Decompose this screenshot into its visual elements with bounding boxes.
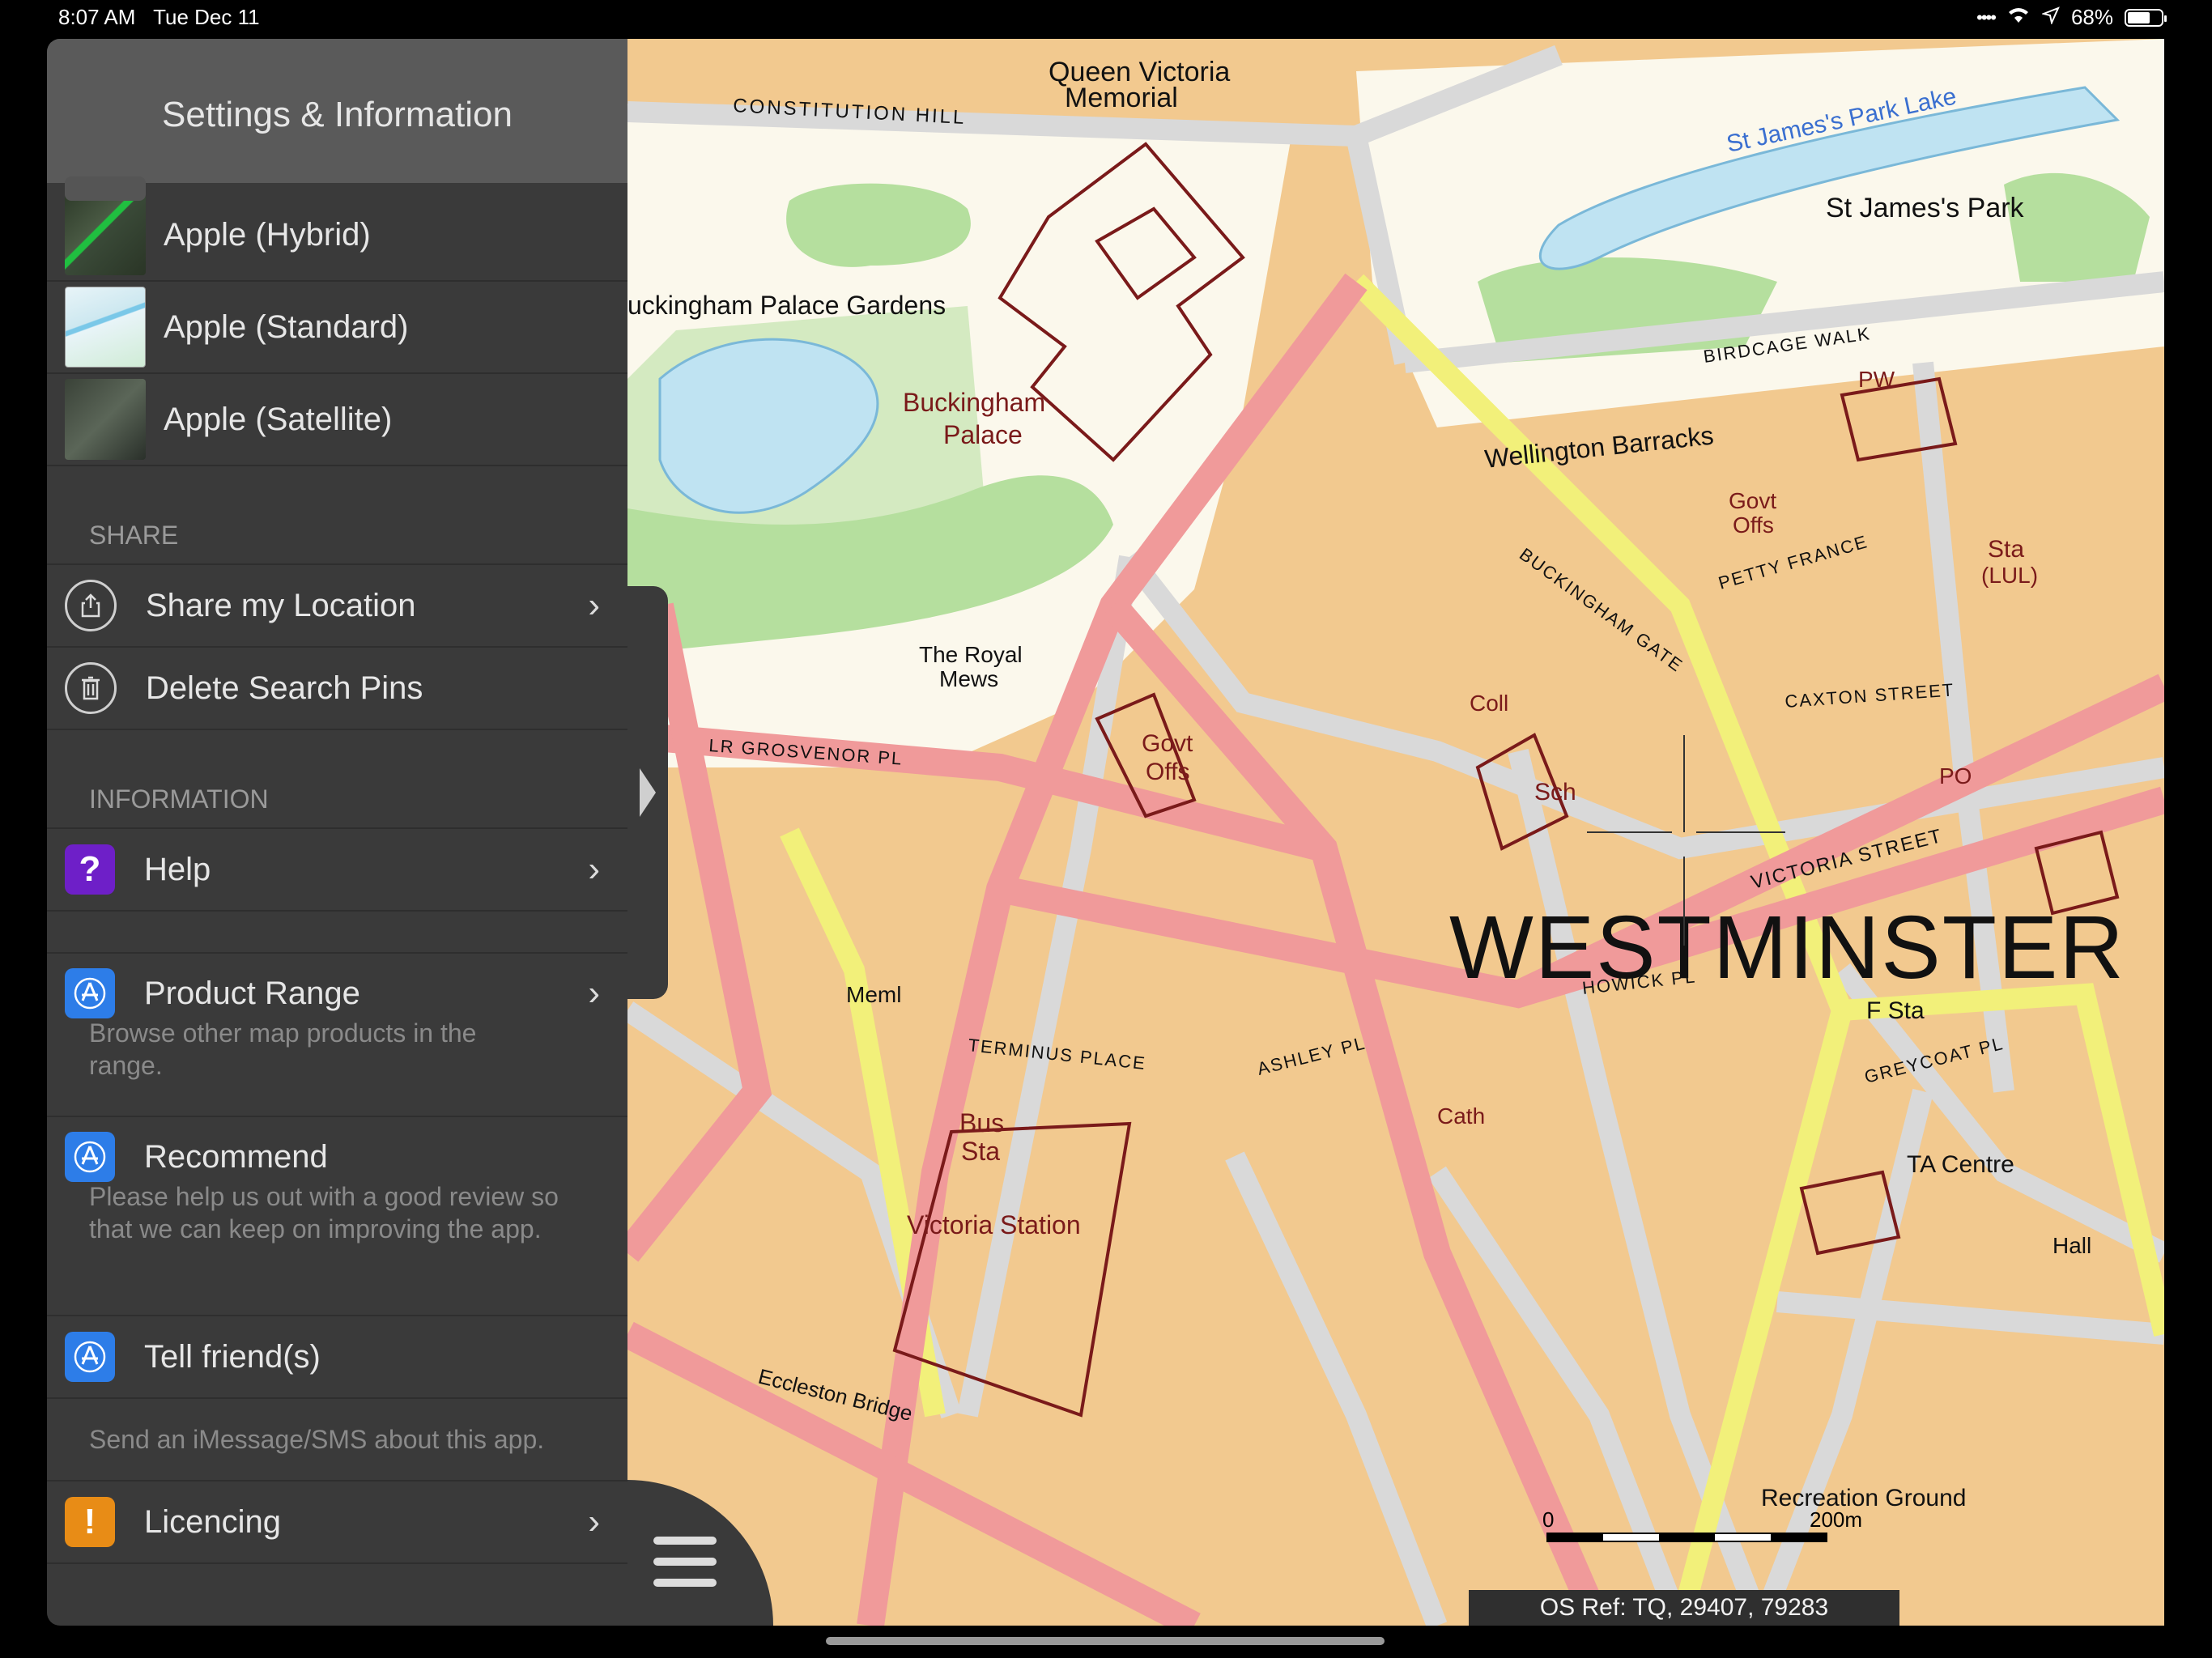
map-label: Govt [1142, 730, 1193, 757]
map-label: CAXTON STREET [1784, 679, 1955, 712]
battery-percent: 68% [2070, 5, 2113, 29]
hamburger-icon [653, 1537, 717, 1600]
scale-end: 200m [1810, 1507, 1862, 1532]
battery-icon [2125, 8, 2167, 27]
map-label: Cath [1437, 1103, 1485, 1129]
map-label: TERMINUS PLACE [967, 1035, 1147, 1073]
recommend-button[interactable]: Recommend [47, 1117, 627, 1197]
share-icon [65, 580, 117, 631]
map-label: Memorial [1065, 83, 1178, 113]
section-header-information: INFORMATION [47, 730, 627, 829]
recommend-block[interactable]: Recommend Please help us out with a good… [47, 1117, 627, 1316]
delete-search-pins-label: Delete Search Pins [146, 670, 423, 706]
map-label: Mews [939, 666, 998, 691]
tell-friends-button[interactable]: Tell friend(s) [47, 1316, 627, 1399]
map-label: Victoria Station [907, 1210, 1081, 1239]
garden-patch [786, 183, 971, 267]
map-label: Sta [961, 1137, 1000, 1166]
map-label: Offs [1146, 759, 1189, 785]
scale-start: 0 [1542, 1507, 1554, 1532]
chevron-right-icon [640, 768, 656, 817]
map-label: St James's Park [1826, 193, 2025, 223]
map-label: PO [1939, 763, 1972, 789]
question-icon: ? [65, 844, 115, 895]
section-header-share: SHARE [47, 466, 627, 565]
map-label: Buckingham [903, 388, 1045, 417]
app-store-icon [65, 1332, 115, 1382]
collapse-panel-handle[interactable] [627, 586, 668, 999]
map-label: (LUL) [1981, 563, 2038, 588]
status-bar: 8:07 AM Tue Dec 11 •••• 68% [0, 0, 2212, 36]
app-store-icon [65, 968, 115, 1018]
trash-icon [65, 662, 117, 714]
product-range-block[interactable]: Product Range › Browse other map product… [47, 954, 627, 1117]
map-label: PW [1858, 367, 1895, 392]
licencing-label: Licencing [144, 1503, 282, 1540]
delete-search-pins-button[interactable]: Delete Search Pins [47, 648, 627, 730]
map-list-top [47, 176, 627, 223]
share-location-button[interactable]: Share my Location › [47, 565, 627, 648]
standard-map-thumbnail [65, 287, 146, 368]
product-range-label: Product Range [144, 975, 360, 1011]
map-label: Hall [2052, 1233, 2091, 1258]
map-type-label: Apple (Satellite) [164, 401, 393, 437]
wifi-icon [2006, 5, 2031, 30]
chevron-right-icon: › [588, 585, 600, 625]
map-label: ASHLEY PL [1255, 1032, 1368, 1079]
map-label: uckingham Palace Gardens [627, 291, 946, 320]
help-label: Help [144, 851, 211, 887]
tell-friends-description: Send an iMessage/SMS about this app. [47, 1399, 627, 1482]
map-label: Bus [959, 1108, 1004, 1137]
status-right: •••• 68% [1976, 5, 2167, 30]
map-label: Govt [1729, 488, 1776, 513]
map-view[interactable]: Queen Victoria Memorial CONSTITUTION HIL… [627, 39, 2164, 1626]
district-label: WESTMINSTER [1449, 898, 2125, 997]
home-indicator[interactable] [826, 1637, 1385, 1645]
map-label: Offs [1733, 512, 1774, 538]
status-time: 8:07 AM Tue Dec 11 [58, 5, 260, 29]
satellite-map-thumbnail [65, 379, 146, 460]
map-label: TA Centre [1907, 1151, 2014, 1178]
recommend-label: Recommend [144, 1138, 328, 1175]
help-button[interactable]: ? Help › [47, 829, 627, 912]
product-range-button[interactable]: Product Range › [47, 954, 627, 1033]
licencing-button[interactable]: ! Licencing › [47, 1482, 627, 1564]
exclamation-icon: ! [65, 1497, 115, 1547]
location-arrow-icon [2040, 5, 2060, 30]
map-label: PETTY FRANCE [1716, 531, 1870, 593]
chevron-right-icon: › [588, 849, 600, 889]
chevron-right-icon: › [588, 1502, 600, 1541]
chevron-right-icon: › [588, 973, 600, 1013]
app-store-icon [65, 1132, 115, 1182]
settings-panel: Settings & Information Apple (Hybrid) Ap… [47, 39, 627, 1626]
signal-dots-icon: •••• [1976, 6, 1997, 28]
map-label: Recreation Ground [1761, 1485, 1966, 1511]
share-location-label: Share my Location [146, 587, 416, 623]
map-label: Wellington Barracks [1483, 420, 1715, 473]
map-label: Sch [1534, 779, 1576, 806]
map-type-label: Apple (Standard) [164, 308, 409, 345]
map-label: The Royal [919, 642, 1023, 667]
map-label: F Sta [1866, 997, 1925, 1024]
map-type-satellite[interactable]: Apple (Satellite) [47, 374, 627, 466]
tell-friends-label: Tell friend(s) [144, 1338, 321, 1375]
map-type-standard[interactable]: Apple (Standard) [47, 282, 627, 374]
map-label: Coll [1470, 691, 1508, 716]
os-reference-readout: OS Ref: TQ, 29407, 79283 [1469, 1590, 1899, 1626]
panel-title: Settings & Information [162, 95, 513, 134]
map-label: BUCKINGHAM GATE [1516, 544, 1687, 676]
spacer [47, 912, 627, 954]
map-label: Meml [846, 982, 901, 1007]
panel-header: Settings & Information [47, 39, 627, 183]
map-label: Palace [943, 420, 1023, 449]
map-label: Sta [1988, 536, 2024, 563]
